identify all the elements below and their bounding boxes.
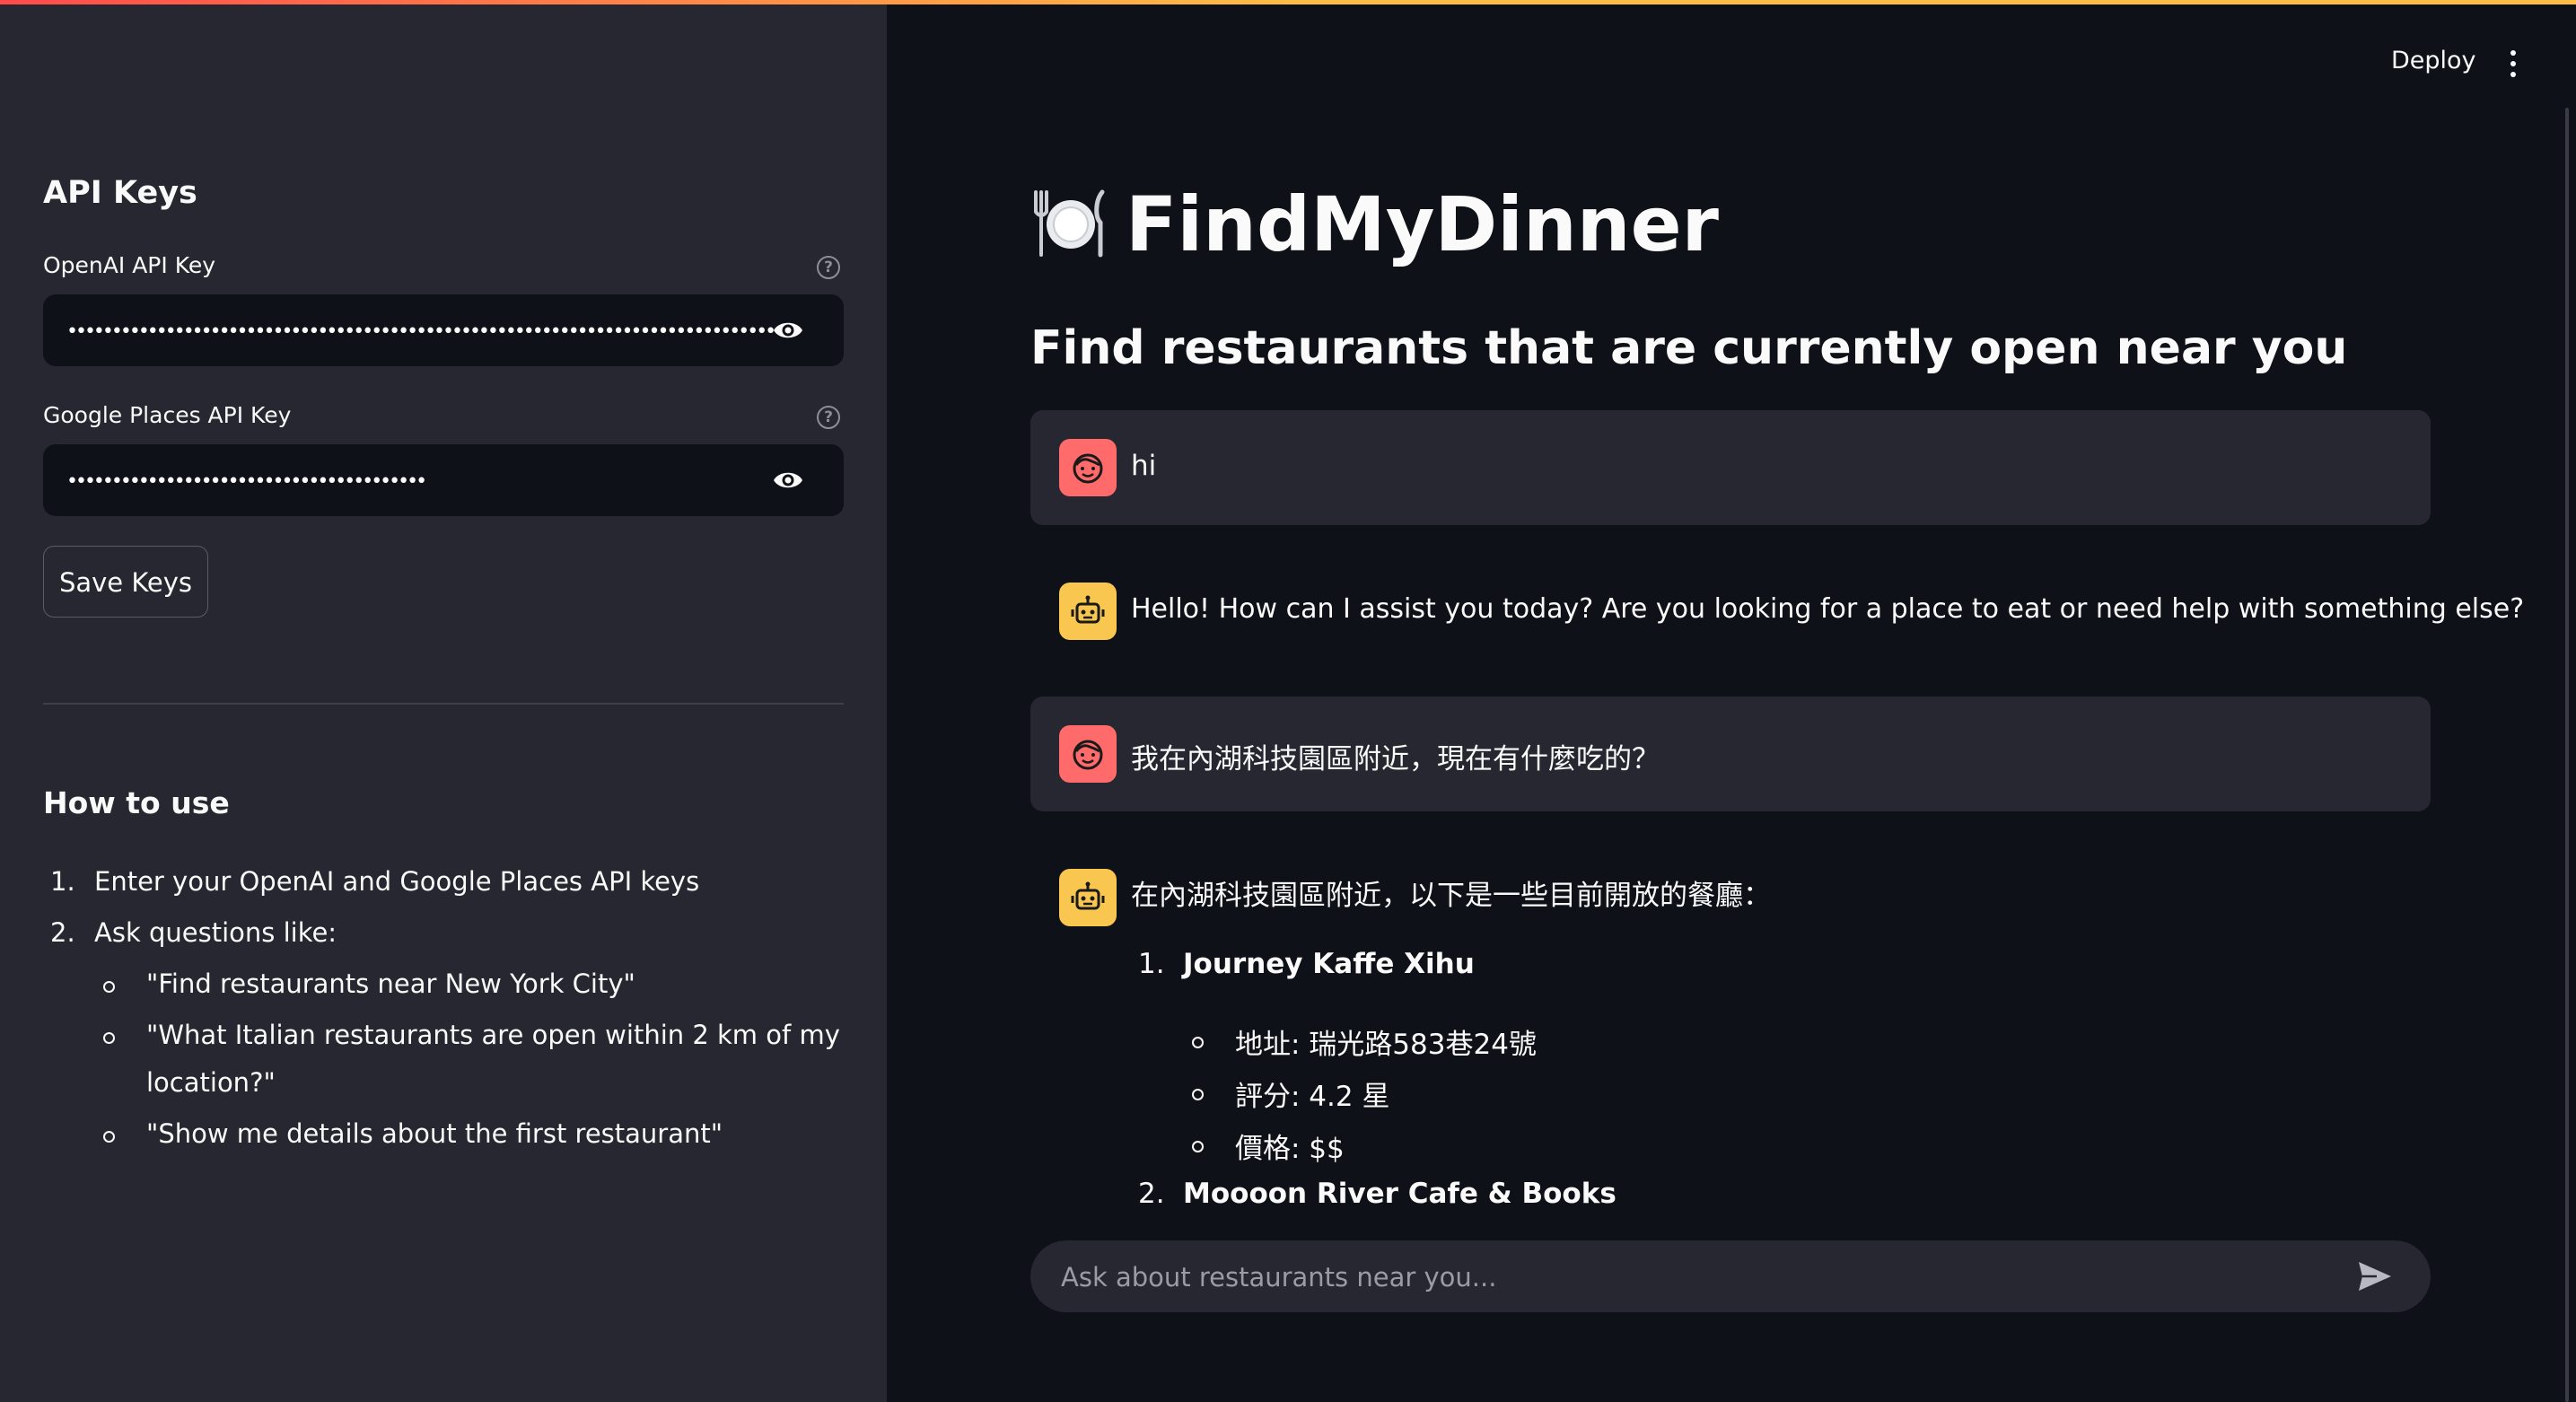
step-number: 1.	[50, 866, 75, 897]
api-keys-heading: API Keys	[43, 175, 197, 211]
message-text: 在內湖科技園區附近，以下是一些目前開放的餐廳：	[1131, 880, 1771, 912]
user-face-icon	[1073, 453, 1103, 484]
help-icon[interactable]: ?	[817, 406, 840, 429]
robot-icon	[1071, 595, 1105, 624]
step-text: Enter your OpenAI and Google Places API …	[94, 866, 700, 897]
example-query: "What Italian restaurants are open withi…	[146, 1020, 840, 1050]
message-text: hi	[1131, 450, 1157, 482]
message-text: Hello! How can I assist you today? Are y…	[1131, 593, 2525, 625]
user-avatar	[1059, 725, 1117, 783]
page-title: FindMyDinner	[1126, 180, 1719, 268]
eye-icon[interactable]	[772, 318, 804, 343]
how-to-use-heading: How to use	[43, 785, 230, 820]
example-query: "Find restaurants near New York City"	[146, 968, 635, 999]
bullet	[103, 1032, 115, 1044]
step-number: 2.	[50, 917, 75, 948]
save-keys-button[interactable]: Save Keys	[43, 546, 208, 618]
scrollbar[interactable]	[2565, 108, 2569, 1402]
chat-message-assistant: Hello! How can I assist you today? Are y…	[1030, 554, 2524, 669]
restaurant-price: 價格: $$	[1235, 1133, 1345, 1165]
sidebar: API Keys OpenAI API Key ? ••••••••••••••…	[0, 4, 887, 1402]
list-number: 1.	[1138, 948, 1165, 980]
google-key-label: Google Places API Key	[43, 402, 292, 428]
user-avatar	[1059, 439, 1117, 496]
bullet	[103, 981, 115, 993]
user-face-icon	[1073, 740, 1103, 770]
google-key-value: ••••••••••••••••••••••••••••••••••••••••	[66, 470, 427, 493]
robot-icon	[1071, 881, 1105, 910]
restaurant-name: Moooon River Cafe & Books	[1183, 1178, 1617, 1210]
chat-message-user: 我在內湖科技園區附近，現在有什麼吃的？	[1030, 697, 2431, 811]
restaurant-rating: 評分: 4.2 星	[1235, 1081, 1390, 1113]
google-key-input[interactable]: ••••••••••••••••••••••••••••••••••••••••	[43, 444, 844, 516]
page-subtitle: Find restaurants that are currently open…	[1030, 321, 2348, 375]
openai-key-label: OpenAI API Key	[43, 252, 216, 278]
deploy-button[interactable]: Deploy	[2391, 47, 2476, 74]
bullet	[1192, 1141, 1204, 1152]
send-icon[interactable]	[2357, 1260, 2393, 1292]
step-text: Ask questions like:	[94, 917, 337, 948]
kebab-menu-icon[interactable]	[2510, 50, 2517, 79]
example-query-continued: location?"	[146, 1067, 276, 1098]
restaurant-address: 地址: 瑞光路583巷24號	[1235, 1029, 1537, 1061]
openai-key-value: ••••••••••••••••••••••••••••••••••••••••…	[66, 320, 784, 343]
bullet	[1192, 1089, 1204, 1100]
list-number: 2.	[1138, 1178, 1165, 1210]
chat-input[interactable]	[1059, 1240, 2319, 1314]
restaurant-name: Journey Kaffe Xihu	[1183, 948, 1475, 980]
sidebar-divider	[43, 703, 844, 705]
message-text: 我在內湖科技園區附近，現在有什麼吃的？	[1131, 743, 1660, 775]
chat-message-user: hi	[1030, 410, 2431, 525]
example-query: "Show me details about the first restaur…	[146, 1118, 723, 1149]
chat-input-container	[1030, 1240, 2431, 1314]
bullet	[103, 1131, 115, 1143]
eye-icon[interactable]	[772, 468, 804, 493]
bullet	[1192, 1037, 1204, 1048]
assistant-avatar	[1059, 583, 1117, 640]
chat-message-assistant: 在內湖科技園區附近，以下是一些目前開放的餐廳： 1. Journey Kaffe…	[1030, 840, 2431, 1217]
help-icon[interactable]: ?	[817, 256, 840, 279]
assistant-avatar	[1059, 869, 1117, 926]
openai-key-input[interactable]: ••••••••••••••••••••••••••••••••••••••••…	[43, 294, 844, 366]
plate-cutlery-icon	[1034, 189, 1105, 258]
